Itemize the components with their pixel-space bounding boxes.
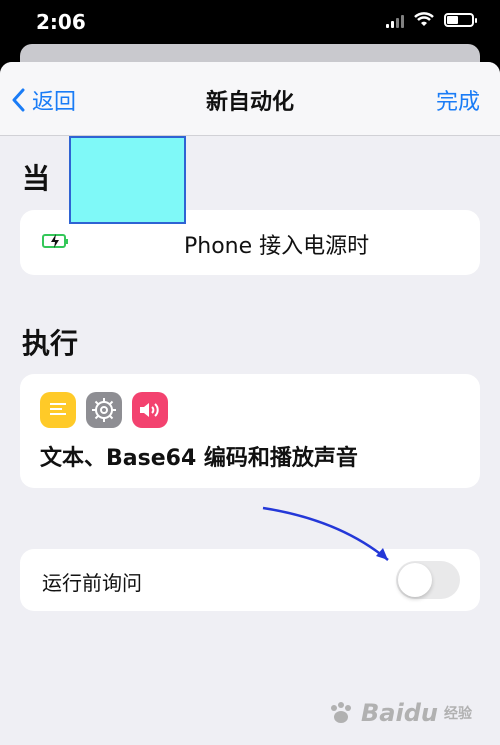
watermark-sub: 经验 [444,706,472,722]
paw-icon [331,702,352,723]
ask-before-running-label: 运行前询问 [42,571,142,595]
actions-summary: 文本、Base64 编码和播放声音 [40,446,358,471]
baidu-watermark: Baidu 经验 [327,699,472,727]
signal-icon [386,12,404,28]
wifi-icon [414,12,434,26]
toggle-knob [398,563,432,597]
speaker-icon [132,392,168,428]
ask-before-running-toggle[interactable] [396,561,460,599]
ask-before-running-row: 运行前询问 [20,549,480,611]
trigger-text: Phone 接入电源时 [184,234,370,259]
status-time: 2:06 [36,10,86,34]
battery-icon [444,13,477,27]
redaction-box [69,136,186,224]
actions-card[interactable]: 文本、Base64 编码和播放声音 [20,374,480,488]
gear-icon [86,392,122,428]
charging-battery-icon [42,234,68,248]
do-section-title: 执行 [22,327,79,360]
action-icons [40,392,168,428]
status-icons [386,12,477,28]
text-icon [40,392,76,428]
page-title: 新自动化 [205,90,294,115]
status-bar: 2:06 [0,0,500,48]
watermark-brand: Baidu [361,699,438,727]
nav-bar: 返回 新自动化 完成 [0,62,500,136]
when-section-title: 当 [22,162,51,195]
done-button[interactable]: 完成 [436,84,480,116]
